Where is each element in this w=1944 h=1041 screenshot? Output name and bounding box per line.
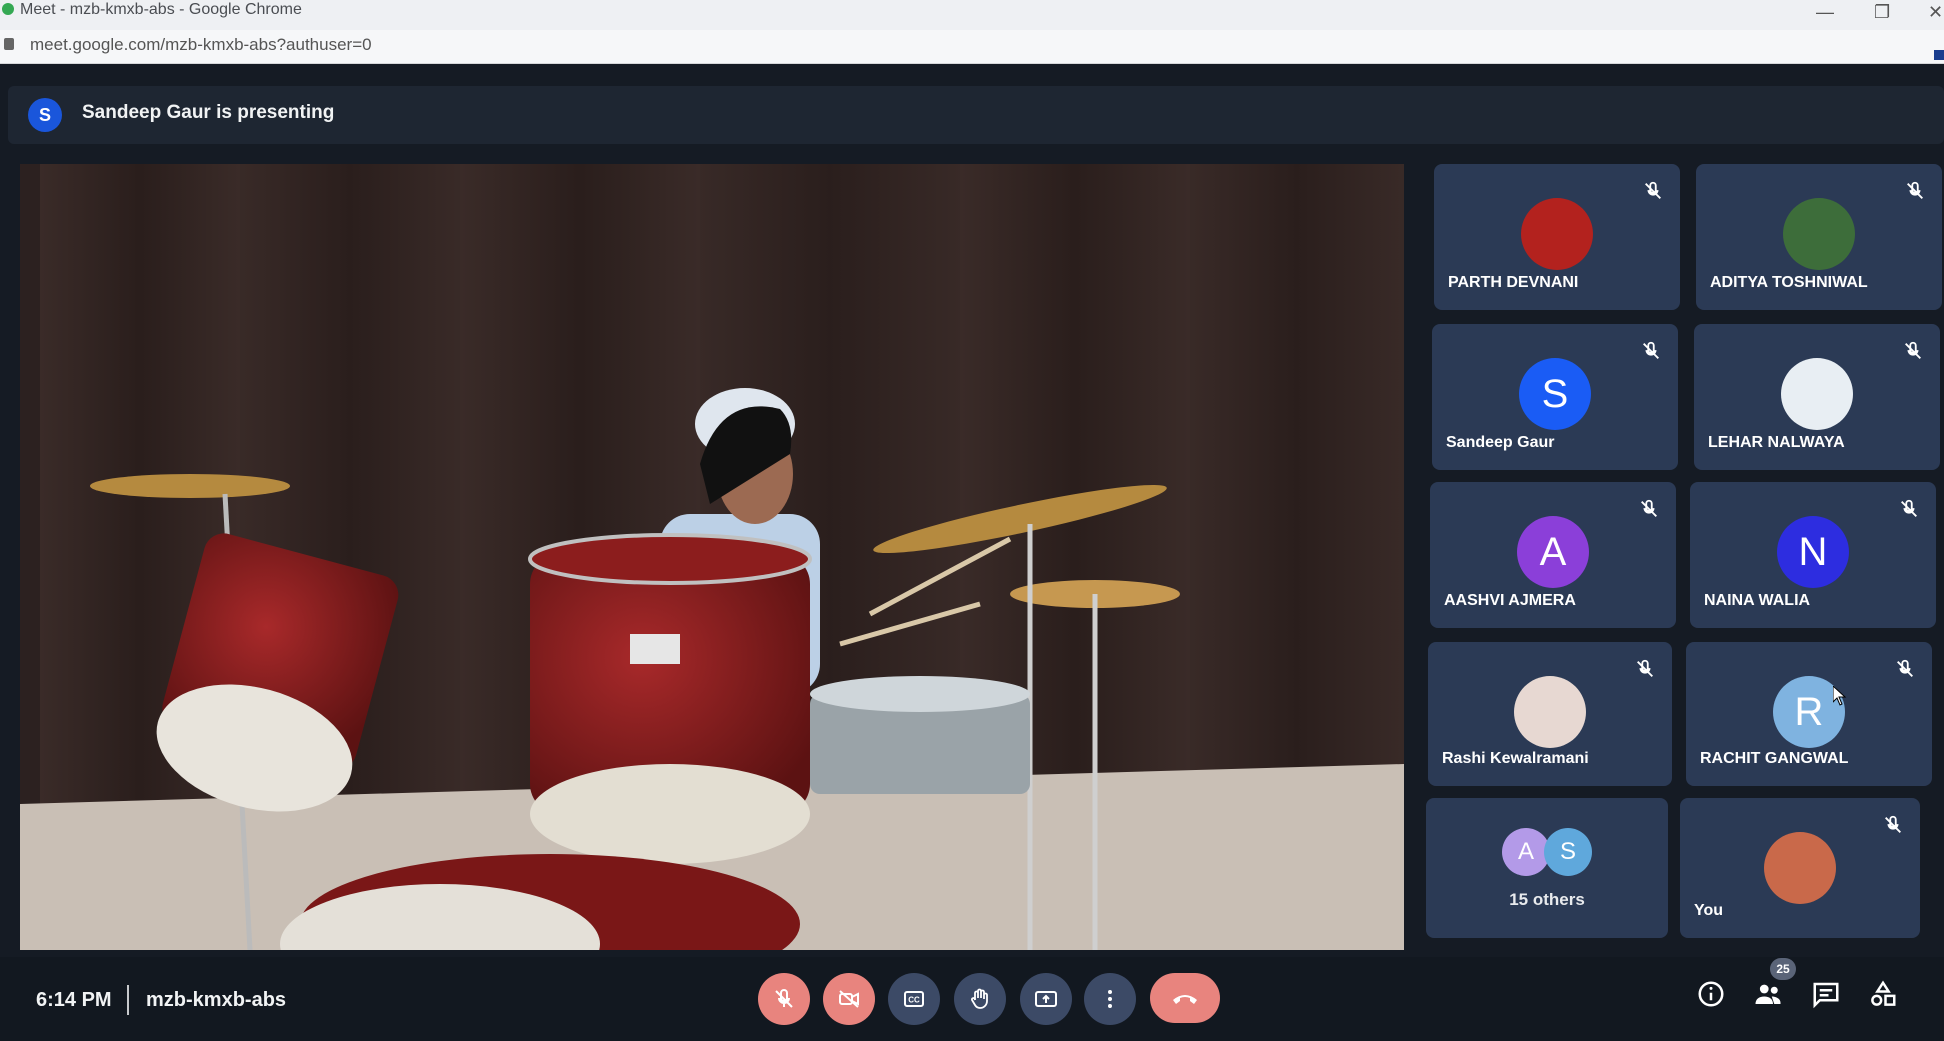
close-icon[interactable]: ✕ <box>1928 2 1943 23</box>
participant-name: AASHVI AJMERA <box>1444 592 1576 609</box>
raise-hand-button[interactable] <box>954 973 1006 1025</box>
participant-avatar: A <box>1517 516 1589 588</box>
present-now-button[interactable] <box>1020 973 1072 1025</box>
extension-icon[interactable] <box>1934 50 1944 60</box>
mic-off-icon <box>1905 341 1921 359</box>
others-avatar: A <box>1502 828 1550 876</box>
activities-button[interactable] <box>1868 979 1902 1013</box>
presenting-text: Sandeep Gaur is presenting <box>82 102 335 123</box>
svg-text:CC: CC <box>908 996 920 1005</box>
participant-tile[interactable]: A AASHVI AJMERA <box>1430 482 1676 628</box>
presenter-avatar: S <box>28 98 62 132</box>
camera-off-icon <box>839 990 859 1008</box>
divider <box>127 985 129 1015</box>
drum-performance-video <box>20 164 1404 950</box>
meet-window: S Sandeep Gaur is presenting PARTH DEVNA… <box>0 64 1944 1041</box>
others-count: 15 others <box>1509 890 1585 909</box>
meet-app-icon <box>2 3 14 15</box>
main-video <box>20 164 1404 950</box>
chat-button[interactable] <box>1811 979 1845 1013</box>
participant-name: RACHIT GANGWAL <box>1700 750 1849 767</box>
participant-name: PARTH DEVNANI <box>1448 274 1579 291</box>
mic-toggle-button[interactable] <box>758 973 810 1025</box>
participant-name: NAINA WALIA <box>1704 592 1811 609</box>
leave-call-button[interactable] <box>1150 973 1220 1023</box>
participant-count-badge: 25 <box>1770 958 1796 980</box>
people-button[interactable] <box>1753 979 1787 1013</box>
url-text[interactable]: meet.google.com/mzb-kmxb-abs?authuser=0 <box>30 35 372 55</box>
info-icon <box>1698 981 1724 1007</box>
meeting-details-button[interactable] <box>1696 979 1730 1013</box>
participant-tile[interactable]: LEHAR NALWAYA <box>1694 324 1940 470</box>
minimize-icon[interactable]: — <box>1816 2 1834 23</box>
more-vert-icon <box>1108 990 1112 1008</box>
participant-avatar <box>1514 676 1586 748</box>
window-title: Meet - mzb-kmxb-abs - Google Chrome <box>20 1 302 18</box>
participant-name: ADITYA TOSHNIWAL <box>1710 274 1868 291</box>
mic-off-icon <box>775 988 793 1008</box>
participant-name: Sandeep Gaur <box>1446 434 1555 451</box>
participant-avatar: N <box>1777 516 1849 588</box>
presenting-banner: S Sandeep Gaur is presenting <box>8 86 1944 144</box>
mic-off-icon <box>1643 341 1659 359</box>
participant-avatar <box>1783 198 1855 270</box>
mic-off-icon <box>1885 815 1901 833</box>
participant-tile[interactable]: S Sandeep Gaur <box>1432 324 1678 470</box>
bottom-bar: 6:14 PM mzb-kmxb-abs CC 25 <box>0 957 1944 1041</box>
address-bar[interactable]: meet.google.com/mzb-kmxb-abs?authuser=0 <box>0 30 1944 64</box>
lock-icon <box>4 38 14 50</box>
participant-name: You <box>1694 902 1724 919</box>
meeting-code: mzb-kmxb-abs <box>146 989 287 1011</box>
participant-tile[interactable]: Rashi Kewalramani <box>1428 642 1672 786</box>
participant-avatar <box>1764 832 1836 904</box>
participant-tile[interactable]: PARTH DEVNANI <box>1434 164 1680 310</box>
participant-name: LEHAR NALWAYA <box>1708 434 1845 451</box>
people-icon <box>1755 984 1781 1004</box>
raise-hand-icon <box>971 988 988 1009</box>
meeting-time: 6:14 PM <box>36 989 112 1011</box>
more-options-button[interactable] <box>1084 973 1136 1025</box>
camera-toggle-button[interactable] <box>823 973 875 1025</box>
mouse-cursor-icon <box>1833 686 1847 706</box>
participant-tile[interactable]: R RACHIT GANGWAL <box>1686 642 1932 786</box>
mic-off-icon <box>1645 181 1661 199</box>
self-tile[interactable]: You <box>1680 798 1920 938</box>
browser-titlebar: Meet - mzb-kmxb-abs - Google Chrome — ❐ … <box>0 0 1944 30</box>
others-tile[interactable]: A S 15 others <box>1426 798 1668 938</box>
participant-tile[interactable]: ADITYA TOSHNIWAL <box>1696 164 1942 310</box>
mic-off-icon <box>1907 181 1923 199</box>
mic-off-icon <box>1901 499 1917 517</box>
mic-off-icon <box>1641 499 1657 517</box>
participant-avatar <box>1521 198 1593 270</box>
captions-button[interactable]: CC <box>888 973 940 1025</box>
mic-off-icon <box>1637 659 1653 677</box>
others-avatar: S <box>1544 828 1592 876</box>
participant-name: Rashi Kewalramani <box>1442 750 1589 767</box>
chat-icon <box>1813 982 1839 1009</box>
activities-icon <box>1871 980 1896 1006</box>
restore-icon[interactable]: ❐ <box>1874 2 1890 23</box>
end-call-icon <box>1173 995 1197 1004</box>
captions-icon: CC <box>904 991 924 1007</box>
mic-off-icon <box>1897 659 1913 677</box>
participant-avatar <box>1781 358 1853 430</box>
present-screen-icon <box>1035 991 1057 1007</box>
participant-tile[interactable]: N NAINA WALIA <box>1690 482 1936 628</box>
participant-avatar: S <box>1519 358 1591 430</box>
